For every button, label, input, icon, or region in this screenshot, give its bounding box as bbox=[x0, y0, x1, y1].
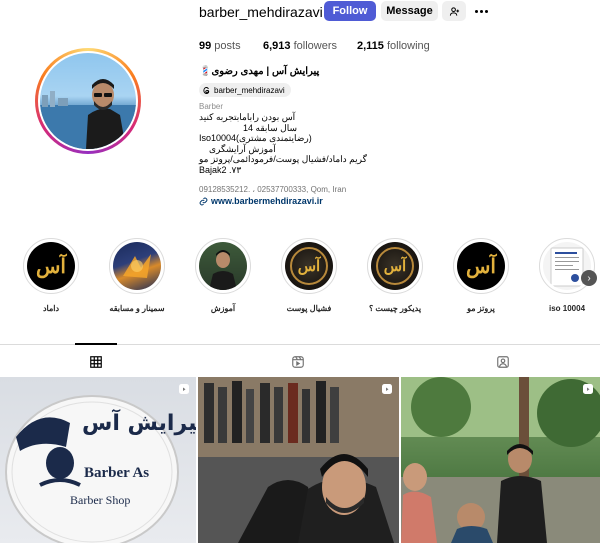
threads-handle: barber_mehdirazavi bbox=[214, 85, 285, 95]
more-horizontal-icon bbox=[474, 9, 478, 13]
reel-icon bbox=[179, 384, 189, 394]
training-photo-icon bbox=[199, 242, 247, 290]
profile-address: 09128535212. ، 02537700333, Qom, Iran bbox=[199, 185, 347, 194]
chevron-right-icon: › bbox=[587, 272, 591, 284]
posts-stat: 99 posts bbox=[199, 40, 241, 52]
bio-text: آس بودن رابامابتجربه کنید 14 سال سابقه I… bbox=[199, 112, 367, 176]
tab-posts[interactable] bbox=[89, 355, 103, 369]
link-icon bbox=[199, 197, 208, 205]
more-options-button[interactable] bbox=[470, 3, 492, 19]
bio-line: آس بودن رابامابتجربه کنید bbox=[199, 112, 296, 122]
highlight-label: داماد bbox=[42, 304, 60, 313]
gold-logo-icon: آس bbox=[371, 242, 419, 290]
highlight-label: iso 10004 bbox=[548, 304, 586, 313]
highlight-item[interactable]: آس پروتز مو bbox=[451, 238, 511, 313]
bio-line: آموزش آرایشگری bbox=[209, 143, 276, 154]
profile-link[interactable]: www.barbermehdirazavi.ir bbox=[199, 196, 323, 206]
reel-icon bbox=[382, 384, 392, 394]
reel-icon bbox=[583, 384, 593, 394]
highlight-label: پروتز مو bbox=[467, 304, 495, 313]
message-button[interactable]: Message bbox=[381, 1, 438, 21]
profile-username: barber_mehdirazavi bbox=[199, 4, 323, 20]
suggest-user-button[interactable] bbox=[442, 1, 466, 21]
following-stat[interactable]: 2,115 following bbox=[357, 40, 430, 52]
highlights-next-button[interactable]: › bbox=[581, 270, 597, 286]
avatar-photo bbox=[40, 53, 136, 149]
tagged-icon bbox=[497, 356, 509, 368]
followers-stat[interactable]: 6,913 followers bbox=[263, 40, 337, 52]
bio-line: 14 سال سابقه bbox=[243, 122, 298, 133]
active-tab-indicator bbox=[75, 343, 117, 345]
bio-line: Iso10004(رضایتمندی مشتری) bbox=[199, 133, 312, 144]
highlight-label: سمینار و مسابقه bbox=[109, 304, 165, 313]
bio-line: گریم داماد/فشیال پوست/فرمودائمی/پروتز مو bbox=[199, 154, 367, 165]
profile-category: Barber bbox=[199, 102, 224, 111]
person-add-icon bbox=[449, 6, 459, 16]
post-thumbnail[interactable]: پیرایش آس Barber As Barber Shop bbox=[0, 377, 196, 543]
post-sign-title: پیرایش آس bbox=[82, 411, 196, 436]
tab-reels[interactable] bbox=[291, 355, 305, 369]
post-sign-line2: Barber Shop bbox=[70, 493, 131, 507]
highlight-label: پدیکور چیست ؟ bbox=[368, 304, 422, 313]
grid-icon bbox=[90, 356, 102, 368]
tab-tagged[interactable] bbox=[496, 355, 510, 369]
barber-logo-icon: آس bbox=[27, 242, 75, 290]
highlight-label: فشیال پوست bbox=[286, 304, 332, 313]
reels-icon bbox=[292, 356, 304, 368]
display-name: پیرایش آس | مهدی رضوی💈 bbox=[199, 66, 320, 77]
follow-button[interactable]: Follow bbox=[324, 1, 376, 21]
highlight-item[interactable]: آس پدیکور چیست ؟ bbox=[365, 238, 425, 313]
highlight-item[interactable]: سمینار و مسابقه bbox=[107, 238, 167, 313]
bio-line: Bajak2 .۷۳ bbox=[199, 164, 242, 175]
highlight-item[interactable]: آس فشیال پوست bbox=[279, 238, 339, 313]
threads-icon bbox=[203, 86, 210, 94]
barber-logo-icon: آس bbox=[457, 242, 505, 290]
threads-badge[interactable]: barber_mehdirazavi bbox=[199, 83, 291, 97]
avatar[interactable] bbox=[35, 48, 141, 154]
highlight-item[interactable]: آس داماد bbox=[21, 238, 81, 313]
highlight-label: آموزش bbox=[210, 304, 236, 313]
post-sign-line1: Barber As bbox=[84, 465, 150, 481]
post-thumbnail[interactable] bbox=[401, 377, 600, 543]
seminar-poster-icon bbox=[113, 242, 161, 290]
post-thumbnail[interactable] bbox=[198, 377, 399, 543]
gold-logo-icon: آس bbox=[285, 242, 333, 290]
highlight-item[interactable]: آموزش bbox=[193, 238, 253, 313]
